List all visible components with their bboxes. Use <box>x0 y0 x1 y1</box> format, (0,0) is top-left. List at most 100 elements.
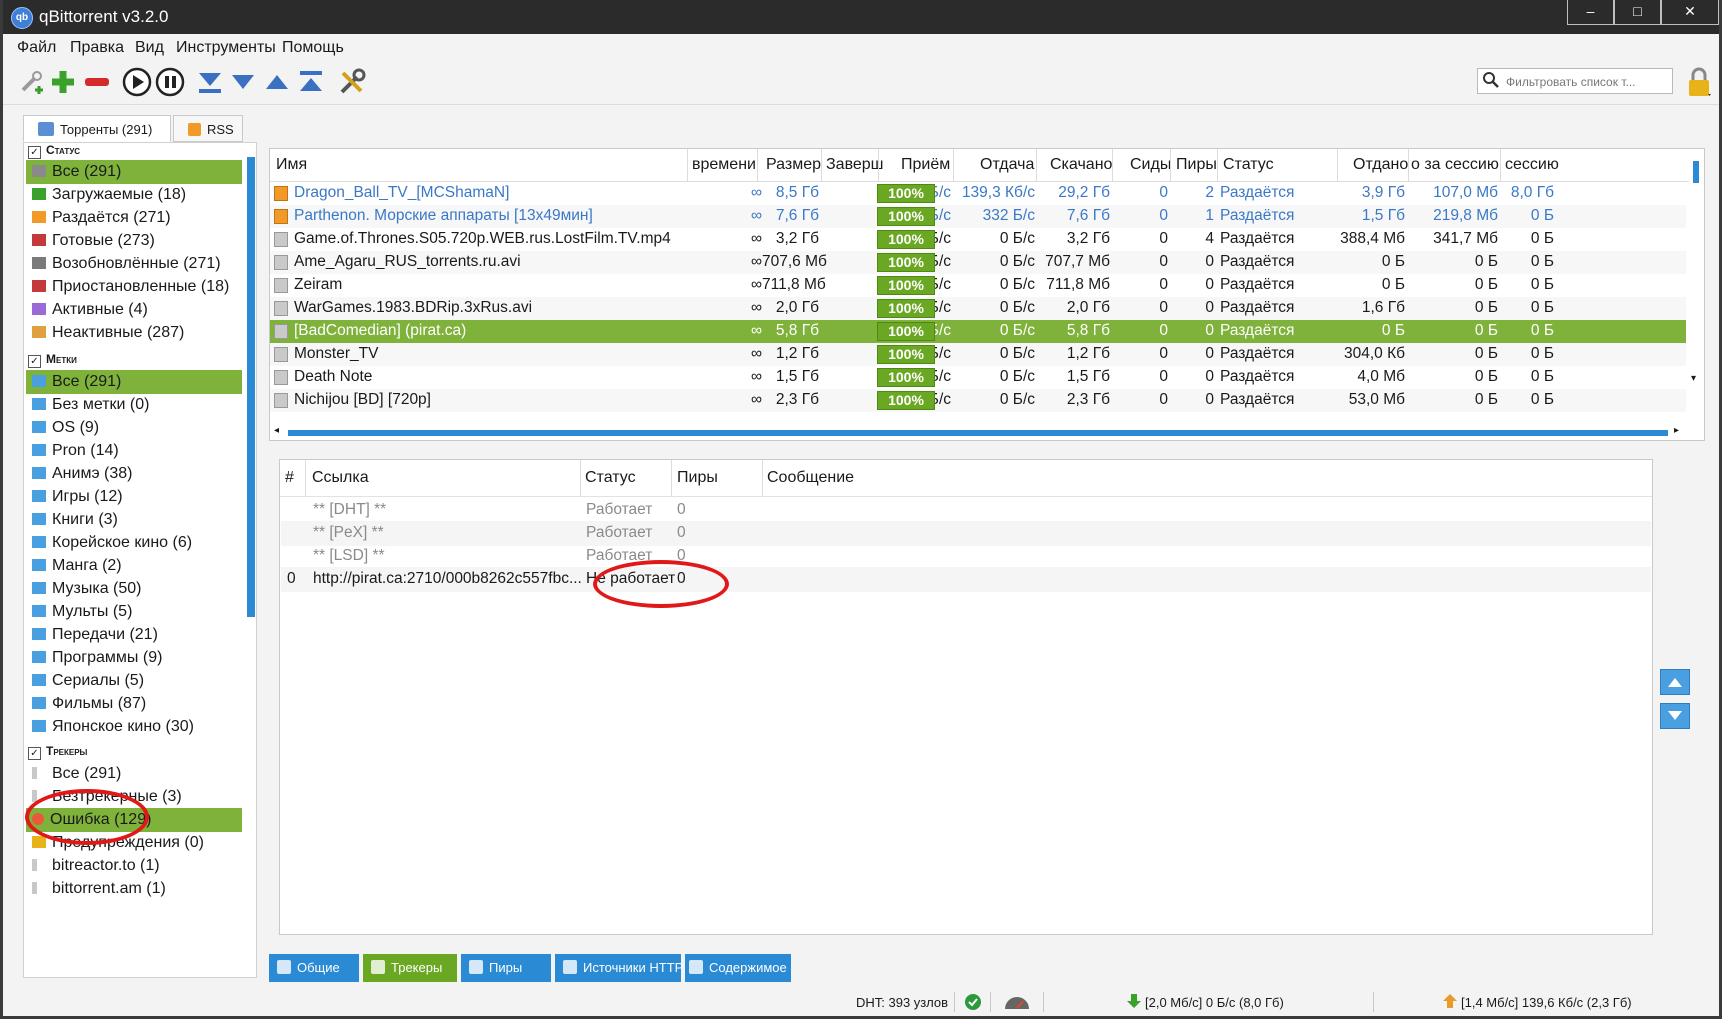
tab-peers[interactable]: Пиры <box>461 954 551 982</box>
col-seeds[interactable]: Сиды <box>1130 156 1171 174</box>
tab-http-sources[interactable]: Источники HTTP <box>555 954 683 982</box>
sidebar-item-status-all[interactable]: Все (291) <box>26 160 242 184</box>
sidebar-item-label-os[interactable]: OS (9) <box>26 416 242 440</box>
remove-torrent-icon[interactable] <box>81 66 113 98</box>
col-name[interactable]: Имя <box>276 156 307 174</box>
sidebar-item-label-music[interactable]: Музыка (50) <box>26 577 242 601</box>
col-tracker-peers[interactable]: Пиры <box>677 469 718 487</box>
minimize-button[interactable]: – <box>1567 0 1614 25</box>
sidebar-item-label-books[interactable]: Книги (3) <box>26 508 242 532</box>
table-row[interactable]: Death Note∞1,5 Гб0 Б/с0 Б/с1,5 Гб00Разда… <box>270 366 1686 389</box>
sidebar-item-downloading[interactable]: Загружаемые (18) <box>26 183 242 207</box>
tracker-row[interactable]: ** [PeX] ** Работает 0 <box>281 521 1651 546</box>
sidebar-item-tracker-all[interactable]: Все (291) <box>26 762 242 786</box>
table-row[interactable]: Game.of.Thrones.S05.720p.WEB.rus.LostFil… <box>270 228 1686 251</box>
tracker-row[interactable]: ** [DHT] ** Работает 0 <box>281 498 1651 523</box>
col-up-speed[interactable]: Отдача <box>980 156 1034 174</box>
table-row[interactable] <box>270 412 1686 424</box>
col-downloaded[interactable]: Скачано <box>1050 156 1112 174</box>
table-row[interactable]: Zeiram∞711,8 Мб0 Б/с0 Б/с711,8 Мб00Разда… <box>270 274 1686 297</box>
sidebar-item-inactive[interactable]: Неактивные (287) <box>26 321 242 345</box>
table-row[interactable]: [BadComedian] (pirat.ca)∞5,8 Гб0 Б/с0 Б/… <box>270 320 1686 343</box>
col-url[interactable]: Ссылка <box>312 469 369 487</box>
close-button[interactable]: ✕ <box>1661 0 1719 25</box>
tracker-row[interactable]: ** [LSD] ** Работает 0 <box>281 544 1651 569</box>
sidebar-item-resumed[interactable]: Возобновлённые (271) <box>26 252 242 276</box>
col-down-speed[interactable]: Приём <box>901 156 950 174</box>
scrollbar-thumb[interactable] <box>247 157 255 617</box>
scroll-right-icon[interactable]: ▸ <box>1674 425 1679 436</box>
sidebar-item-label-films[interactable]: Фильмы (87) <box>26 692 242 716</box>
col-uploaded[interactable]: Отдано <box>1353 156 1408 174</box>
scroll-left-icon[interactable]: ◂ <box>274 425 279 436</box>
menu-help[interactable]: Помощь <box>282 39 344 57</box>
col-done[interactable]: Заверш <box>826 156 884 174</box>
table-row[interactable]: Nichijou [BD] [720p]∞2,3 Гб0 Б/с0 Б/с2,3… <box>270 389 1686 412</box>
tab-general[interactable]: Общие <box>269 954 359 982</box>
table-row[interactable]: Monster_TV∞1,2 Гб0 Б/с0 Б/с1,2 Гб00Разда… <box>270 343 1686 366</box>
tracker-move-up-button[interactable] <box>1660 669 1690 695</box>
sidebar-item-tracker-bittorrent-am[interactable]: bittorrent.am (1) <box>26 877 242 901</box>
maximize-button[interactable]: □ <box>1614 0 1661 25</box>
status-section-header[interactable]: ✓ Статус <box>28 143 80 159</box>
sidebar-item-label-pron[interactable]: Pron (14) <box>26 439 242 463</box>
col-size[interactable]: Размер <box>766 156 821 174</box>
sidebar-item-label-korean[interactable]: Корейское кино (6) <box>26 531 242 555</box>
table-row[interactable]: WarGames.1983.BDRip.3xRus.avi ∞ 2,0 Гб 0 Б/… <box>270 297 1686 320</box>
sidebar-item-active[interactable]: Активные (4) <box>26 298 242 322</box>
pause-icon[interactable] <box>154 66 186 98</box>
tracker-row[interactable]: 0 http://pirat.ca:2710/000b8262c557fbc...… <box>281 567 1651 592</box>
add-torrent-icon[interactable] <box>47 66 79 98</box>
move-up-icon[interactable] <box>261 66 293 98</box>
col-number[interactable]: # <box>285 469 294 487</box>
scroll-down-icon[interactable]: ▾ <box>1691 373 1696 384</box>
connection-ok-icon[interactable] <box>964 993 982 1014</box>
col-message[interactable]: Сообщение <box>767 469 854 487</box>
sidebar-item-label-series[interactable]: Сериалы (5) <box>26 669 242 693</box>
sidebar-item-label-programs[interactable]: Программы (9) <box>26 646 242 670</box>
col-status[interactable]: Статус <box>1223 156 1274 174</box>
labels-section-header[interactable]: ✓ Метки <box>28 352 77 368</box>
sidebar-item-label-none[interactable]: Без метки (0) <box>26 393 242 417</box>
tracker-move-down-button[interactable] <box>1660 703 1690 729</box>
add-link-icon[interactable] <box>15 66 47 98</box>
col-up-session[interactable]: о за сессию <box>1411 156 1499 174</box>
settings-tools-icon[interactable] <box>336 66 368 98</box>
speed-limit-icon[interactable] <box>1003 993 1031 1014</box>
sidebar-item-label-manga[interactable]: Манга (2) <box>26 554 242 578</box>
download-speed[interactable]: [2,0 Мб/с] 0 Б/с (8,0 Гб) <box>1145 995 1284 1010</box>
trackers-section-header[interactable]: ✓ Трекеры <box>28 744 87 760</box>
scrollbar-thumb[interactable] <box>288 430 1668 436</box>
sidebar-item-label-japanese[interactable]: Японское кино (30) <box>26 715 242 739</box>
menu-file[interactable]: Файл <box>17 39 56 57</box>
scrollbar-thumb[interactable] <box>1693 161 1699 183</box>
col-peers[interactable]: Пиры <box>1176 156 1217 174</box>
move-top-icon[interactable] <box>295 66 327 98</box>
menu-tools[interactable]: Инструменты <box>176 39 276 57</box>
tab-content[interactable]: Содержимое <box>685 954 791 982</box>
menu-view[interactable]: Вид <box>135 39 164 57</box>
vertical-scrollbar[interactable]: ▾ <box>1689 149 1704 424</box>
sidebar-item-label-cartoons[interactable]: Мульты (5) <box>26 600 242 624</box>
sidebar-item-seeding[interactable]: Раздаётся (271) <box>26 206 242 230</box>
sidebar-item-tracker-bitreactor[interactable]: bitreactor.to (1) <box>26 854 242 878</box>
tab-rss[interactable]: RSS <box>173 115 243 142</box>
sidebar-item-completed[interactable]: Готовые (273) <box>26 229 242 253</box>
menu-edit[interactable]: Правка <box>70 39 124 57</box>
col-session[interactable]: сессию <box>1505 156 1559 174</box>
resume-icon[interactable] <box>121 66 153 98</box>
col-eta[interactable]: времени <box>692 156 756 174</box>
table-row[interactable]: Parthenon. Морские аппараты [13x49мин] ∞ 7… <box>270 205 1686 228</box>
upload-speed[interactable]: [1,4 Мб/с] 139,6 Кб/с (2,3 Гб) <box>1461 995 1632 1010</box>
tab-trackers[interactable]: Трекеры <box>363 954 457 982</box>
table-row[interactable]: Ame_Agaru_RUS_torrents.ru.avi ∞707,6 Мб 0 … <box>270 251 1686 274</box>
tab-torrents[interactable]: Торренты (291) <box>23 115 171 142</box>
sidebar-item-label-all[interactable]: Все (291) <box>26 370 242 394</box>
sidebar-item-paused[interactable]: Приостановленные (18) <box>26 275 242 299</box>
filter-search-input[interactable]: Фильтровать список т... <box>1477 68 1673 94</box>
col-tracker-status[interactable]: Статус <box>585 469 636 487</box>
sidebar-item-label-shows[interactable]: Передачи (21) <box>26 623 242 647</box>
sidebar-item-label-anime[interactable]: Анимэ (38) <box>26 462 242 486</box>
move-bottom-icon[interactable] <box>194 66 226 98</box>
table-row[interactable]: Dragon_Ball_TV_[MCShamaN]∞8,5 Гб0 Б/с139… <box>270 182 1686 205</box>
